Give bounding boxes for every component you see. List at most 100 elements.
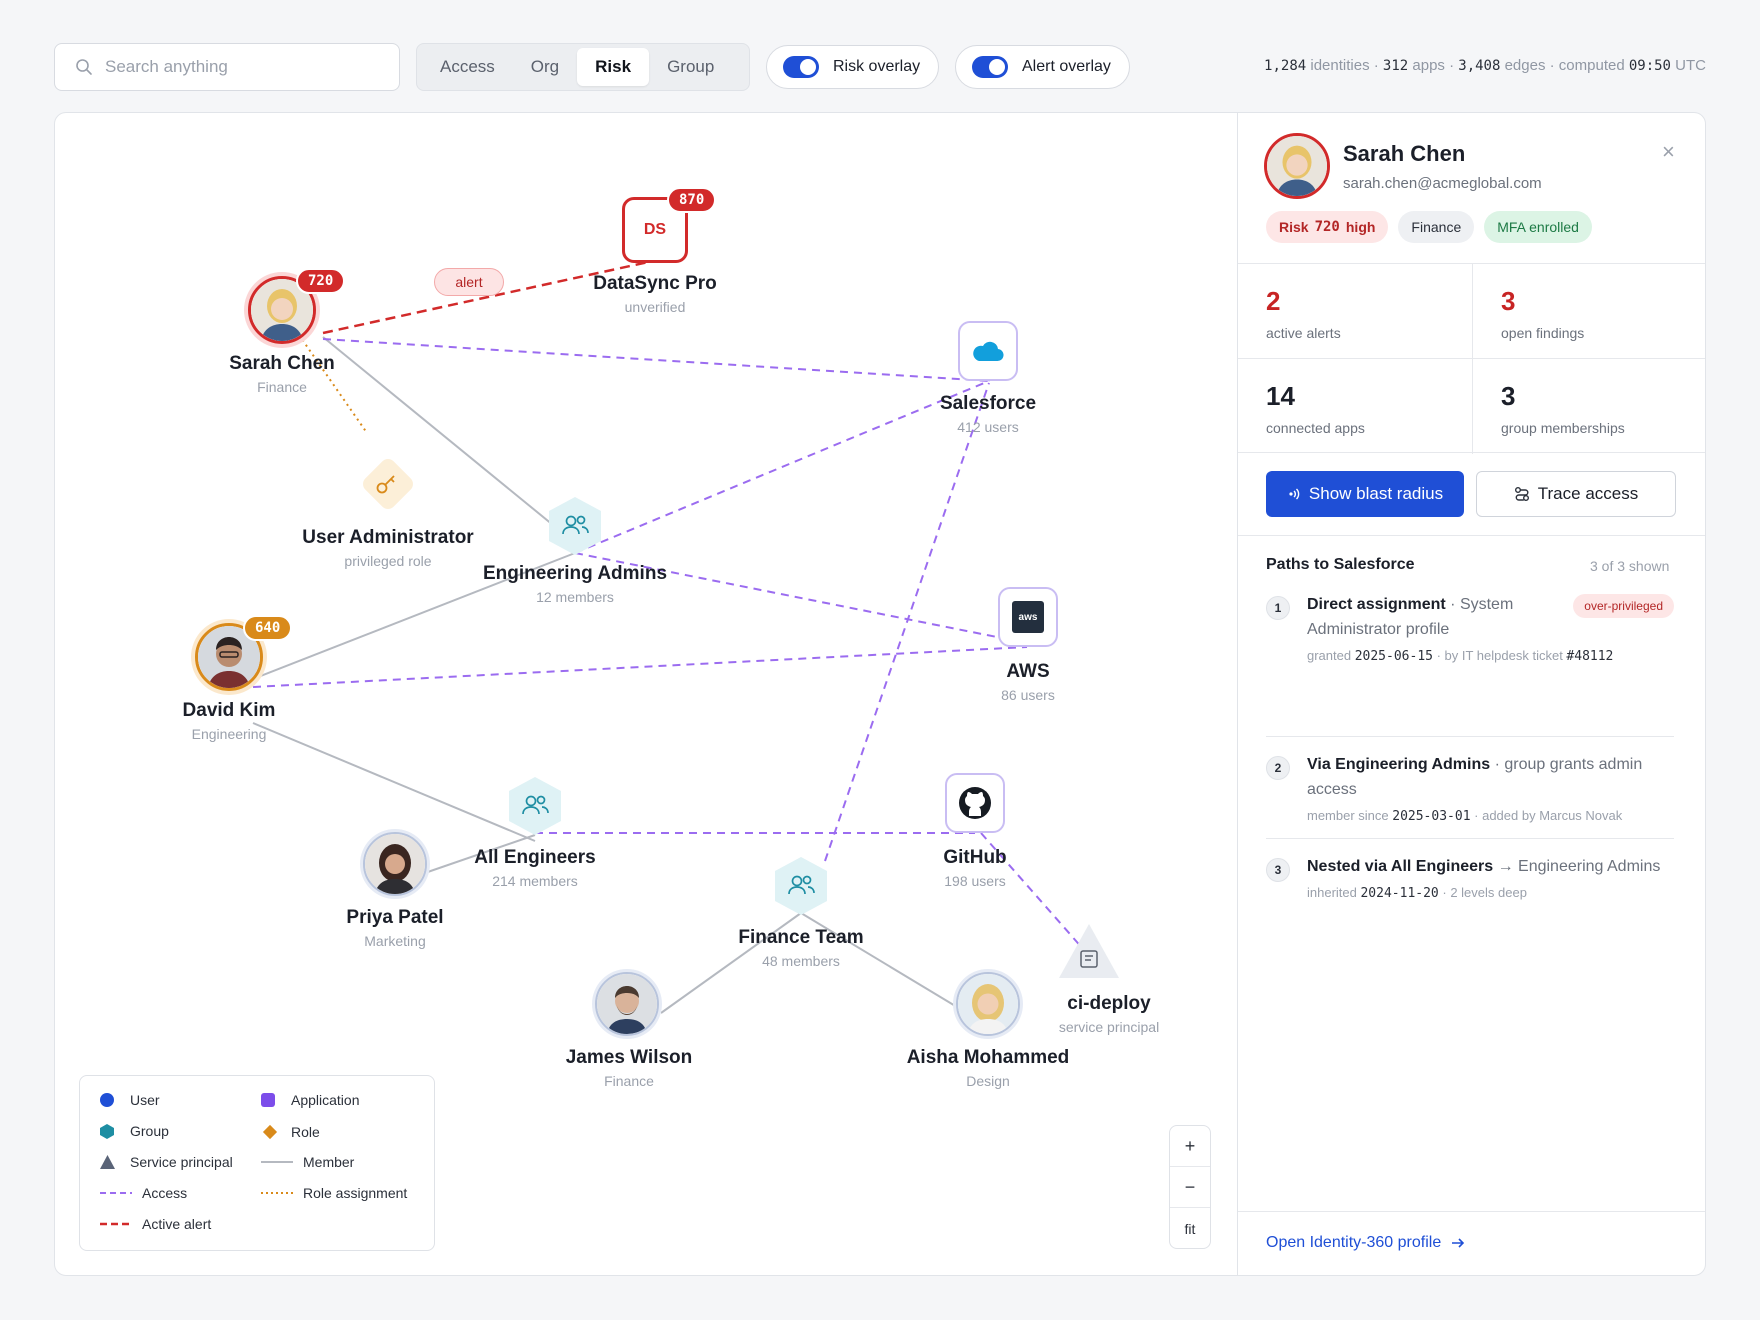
search-box[interactable] — [54, 43, 400, 91]
metric-value: 14 — [1266, 381, 1295, 411]
path-meta-date: 2025-06-15 — [1354, 649, 1433, 664]
group-hexagon[interactable] — [546, 495, 604, 557]
identities-label: identities · — [1310, 57, 1379, 74]
path-divider — [1266, 838, 1674, 839]
avatar[interactable] — [363, 832, 427, 896]
close-icon[interactable]: × — [1662, 139, 1675, 165]
zoom-in-button[interactable]: + — [1170, 1126, 1210, 1167]
application-square-icon — [261, 1093, 275, 1107]
path-meta-date: 2025-03-01 — [1392, 809, 1471, 824]
david-label: David Kim Engineering — [183, 700, 276, 742]
aisha-sub: Design — [966, 1073, 1010, 1089]
open-profile-link[interactable]: Open Identity-360 profile — [1266, 1234, 1465, 1252]
member-line-icon — [261, 1161, 293, 1163]
metric-label: active alerts — [1266, 325, 1341, 341]
financeteam-label: Finance Team 48 members — [738, 927, 863, 969]
james-avatar-image — [597, 974, 657, 1034]
tab-risk[interactable]: Risk — [577, 48, 650, 86]
tab-group[interactable]: Group — [649, 48, 732, 86]
aws-app-box[interactable]: aws — [998, 587, 1058, 647]
view-switcher: Access Org Risk Group — [416, 43, 750, 91]
paths-title: Paths to Salesforce — [1266, 556, 1415, 573]
path-meta-b: · by IT helpdesk ticket — [1432, 648, 1567, 663]
path-divider — [1266, 736, 1674, 737]
metric-connected-apps: 14 connected apps — [1238, 359, 1473, 454]
alert-overlay-toggle[interactable]: Alert overlay — [955, 45, 1130, 89]
financeteam-sub: 48 members — [762, 953, 840, 969]
path-meta: member since 2025-03-01 · added by Marcu… — [1307, 806, 1674, 827]
aisha-label: Aisha Mohammed Design — [907, 1047, 1070, 1089]
legend-member: Member — [261, 1154, 354, 1170]
metric-label: open findings — [1501, 325, 1585, 341]
david-sub: Engineering — [191, 726, 267, 742]
panel-footer: Open Identity-360 profile — [1238, 1211, 1705, 1275]
path-meta: granted 2025-06-15 · by IT helpdesk tick… — [1307, 646, 1674, 667]
avatar[interactable] — [595, 972, 659, 1036]
service-principal-triangle-icon — [100, 1155, 115, 1169]
risk-overlay-toggle[interactable]: Risk overlay — [766, 45, 940, 89]
path-title: Via Engineering Admins · group grants ad… — [1307, 752, 1674, 802]
group-hexagon[interactable] — [772, 855, 830, 917]
path-body: Via Engineering Admins · group grants ad… — [1307, 752, 1674, 827]
graph-legend: User Application Group Role Service prin… — [79, 1075, 435, 1251]
datasync-initials: DS — [643, 221, 667, 238]
apps-label: apps · — [1412, 57, 1455, 74]
group-hexagon[interactable] — [506, 775, 564, 837]
panel-chips: Risk 720 high Finance MFA enrolled — [1266, 211, 1592, 243]
group-hexagon-icon — [100, 1123, 114, 1139]
alert-overlay-switch[interactable] — [972, 56, 1008, 78]
path-meta-date: 2024-11-20 — [1360, 886, 1439, 901]
tab-access[interactable]: Access — [422, 48, 513, 86]
edge-engadmins-salesforce — [574, 380, 990, 554]
timezone: UTC — [1675, 57, 1706, 74]
path-title-bold: Nested via All Engineers — [1307, 858, 1494, 875]
path-meta-a: member since — [1307, 808, 1393, 823]
metric-open-findings: 3 open findings — [1473, 264, 1705, 359]
risk-overlay-switch[interactable] — [783, 56, 819, 78]
trace-access-button[interactable]: Trace access — [1476, 471, 1676, 517]
edges-label: edges · computed — [1504, 57, 1625, 74]
blast-button-label: Show blast radius — [1308, 484, 1444, 503]
identity-graph[interactable]: alert DS 870 DataSync Pro unverified 720… — [55, 113, 1237, 1275]
show-blast-radius-button[interactable]: Show blast radius — [1266, 471, 1464, 517]
github-name: GitHub — [943, 847, 1007, 868]
useradmin-label: User Administrator privileged role — [302, 527, 473, 569]
legend-access-label: Access — [142, 1185, 188, 1201]
salesforce-app-box[interactable] — [958, 321, 1018, 381]
access-line-icon — [100, 1192, 132, 1194]
department-chip: Finance — [1398, 211, 1475, 243]
alert-edge-pill[interactable]: alert — [434, 268, 504, 296]
james-name: James Wilson — [565, 1047, 693, 1068]
cideploy-name: ci-deploy — [1067, 993, 1151, 1014]
cideploy-sub: service principal — [1058, 1019, 1160, 1035]
paths-section: Paths to Salesforce 3 of 3 shown 1 Direc… — [1238, 535, 1705, 901]
mfa-chip: MFA enrolled — [1484, 211, 1592, 243]
radius-icon — [1289, 488, 1300, 500]
risk-chip-level: high — [1345, 219, 1376, 235]
graph-stats: 1,284 identities · 312 apps · 3,408 edge… — [1264, 57, 1706, 74]
trace-button-label: Trace access — [1537, 484, 1639, 503]
over-privileged-tag: over-privileged — [1573, 594, 1674, 618]
panel-avatar-image — [1267, 136, 1327, 196]
search-icon — [76, 59, 92, 75]
arrow-right-icon — [1452, 1238, 1465, 1248]
zoom-fit-button[interactable]: fit — [1170, 1208, 1210, 1249]
apps-count: 312 — [1382, 58, 1409, 74]
zoom-out-button[interactable]: − — [1170, 1167, 1210, 1208]
legend-member-label: Member — [303, 1154, 355, 1170]
tab-org[interactable]: Org — [513, 48, 577, 86]
salesforce-cloud-icon — [973, 341, 1004, 362]
david-name: David Kim — [182, 700, 276, 721]
legend-role-label: Role — [291, 1124, 320, 1140]
github-app-box[interactable] — [945, 773, 1005, 833]
github-sub: 198 users — [944, 873, 1006, 889]
salesforce-sub: 412 users — [957, 419, 1019, 435]
avatar[interactable] — [956, 972, 1020, 1036]
search-input[interactable] — [105, 57, 375, 77]
role-diamond[interactable] — [351, 447, 425, 521]
legend-application: Application — [261, 1092, 360, 1108]
datasync-risk-badge: 870 — [667, 187, 717, 213]
datasync-label: DataSync Pro unverified — [593, 273, 717, 315]
service-principal-triangle[interactable] — [1057, 921, 1121, 981]
legend-group: Group — [100, 1123, 169, 1139]
